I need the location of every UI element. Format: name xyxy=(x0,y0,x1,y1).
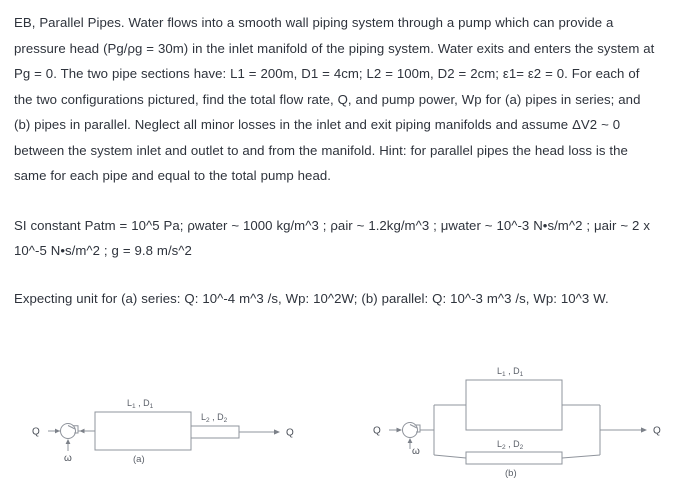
piping-diagrams-svg: Q ω L1 , D1 L2 , D2 Q (a) Q ω L1 , D1 L2… xyxy=(32,366,661,479)
figure-a-caption: (a) xyxy=(133,454,145,465)
figure-a-shaft-arrow xyxy=(65,439,71,451)
figure-b-outlet-arrow xyxy=(600,427,647,433)
figure-a-pipe2-body xyxy=(190,425,240,439)
figure-a-outlet-arrow xyxy=(239,429,280,435)
figure-a-pipe1-label: L1 , D1 xyxy=(127,398,154,410)
figure-a-pipe2-label: L2 , D2 xyxy=(201,412,228,424)
expected-units-paragraph: Expecting unit for (a) series: Q: 10^-4 … xyxy=(14,290,609,306)
figure-b-outlet-q-label: Q xyxy=(653,426,661,437)
figure-b-group: Q ω L1 , D1 L2 , D2 Q (b) xyxy=(373,366,661,479)
figure-b-pipe1-body xyxy=(465,379,563,431)
figure-b-pipe2-body xyxy=(465,451,563,465)
figure-a-omega-label: ω xyxy=(64,453,72,464)
problem-statement: EB, Parallel Pipes. Water flows into a s… xyxy=(14,10,659,311)
figure-a-outlet-q-label: Q xyxy=(286,428,294,439)
figure-b-caption: (b) xyxy=(505,468,517,479)
figure-b-bottom-right-connector xyxy=(561,454,601,459)
problem-page: EB, Parallel Pipes. Water flows into a s… xyxy=(0,0,673,500)
figure-b-inlet-arrow xyxy=(389,427,402,433)
figure-a-inlet-q-label: Q xyxy=(32,427,40,438)
figure-b-pipe2-label: L2 , D2 xyxy=(497,439,524,451)
paragraph-spacer-2 xyxy=(14,264,659,286)
figure-a-pipe1-body xyxy=(94,411,192,451)
figure-area: Q ω L1 , D1 L2 , D2 Q (a) Q ω L1 , D1 L2… xyxy=(0,350,673,500)
figure-a-inlet-arrow xyxy=(48,428,60,434)
si-constants-paragraph: SI constant Patm = 10^5 Pa; ρwater ~ 100… xyxy=(14,217,650,259)
figure-a-group: Q ω L1 , D1 L2 , D2 Q (a) xyxy=(32,398,294,465)
figure-b-omega-label: ω xyxy=(412,446,420,457)
figure-b-pipe1-label: L1 , D1 xyxy=(497,366,524,378)
figure-b-bottom-left-connector xyxy=(433,454,467,459)
paragraph-spacer-1 xyxy=(14,189,659,213)
problem-paragraph-main: EB, Parallel Pipes. Water flows into a s… xyxy=(14,15,655,183)
figure-b-inlet-q-label: Q xyxy=(373,426,381,437)
figure-a-connector-arrowhead xyxy=(79,428,85,434)
